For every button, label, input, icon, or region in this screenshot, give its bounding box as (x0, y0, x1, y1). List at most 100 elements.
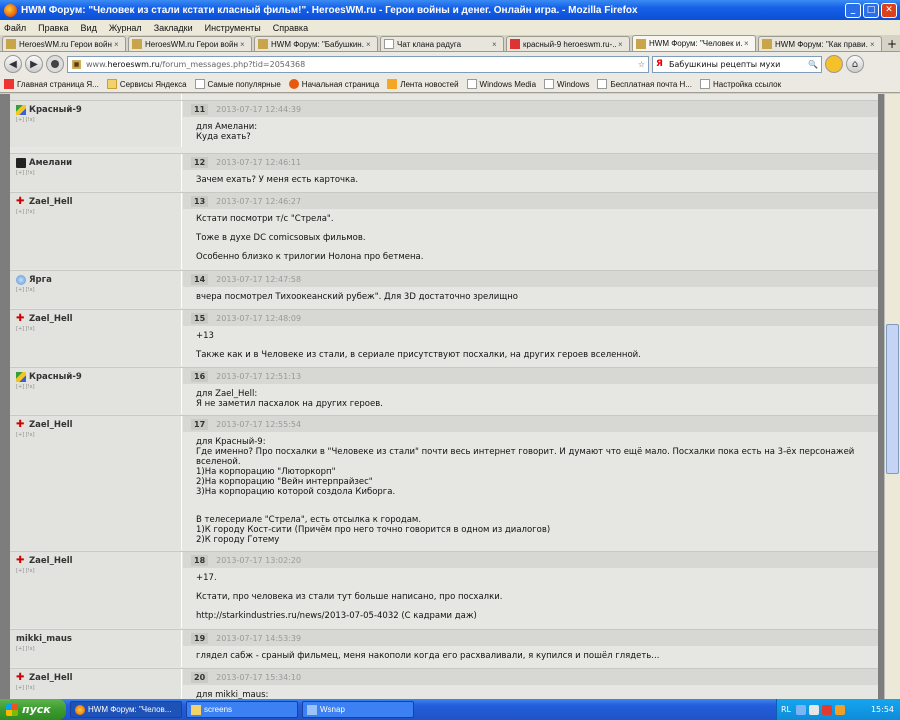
author-name[interactable]: Красный-9 (29, 372, 82, 382)
author-name[interactable]: Амелани (29, 158, 72, 168)
vertical-scrollbar[interactable] (884, 94, 900, 699)
author-name[interactable]: Zael_Hell (29, 314, 73, 324)
forward-button[interactable]: ▶ (25, 55, 43, 73)
tab-close-icon[interactable]: × (744, 39, 752, 48)
author-name[interactable]: Красный-9 (29, 105, 82, 115)
tab-close-icon[interactable]: × (366, 40, 374, 49)
tab-1[interactable]: HeroesWM.ru Герои войн... × (2, 36, 126, 51)
post-author[interactable]: ✚ Zael_Hell (16, 197, 73, 208)
tab-close-icon[interactable]: × (240, 40, 248, 49)
tab-2[interactable]: HeroesWM.ru Герои войн... × (128, 36, 252, 51)
post-author[interactable]: mikki_maus (16, 634, 72, 644)
post-number[interactable]: 20 (191, 671, 209, 683)
post-number[interactable]: 16 (191, 370, 209, 382)
post-number[interactable]: 12 (191, 156, 209, 168)
search-bar[interactable]: Я Бабушкины рецепты мухи 🔍 (652, 55, 822, 73)
home-button[interactable]: ⌂ (846, 55, 864, 73)
tab-6[interactable]: HWM Форум: "Человек и... × (632, 35, 756, 51)
author-actions[interactable]: [+] [!x] (16, 209, 35, 215)
post-number[interactable]: 13 (191, 195, 209, 207)
bookmark-item[interactable]: Самые популярные (194, 79, 281, 89)
window-titlebar[interactable]: HWM Форум: "Человек из стали кстати клас… (0, 0, 900, 20)
post-text-line: Куда ехать? (196, 132, 251, 142)
post-number[interactable]: 19 (191, 632, 209, 644)
menu-history[interactable]: Журнал (109, 23, 142, 33)
back-button[interactable]: ◀ (4, 55, 22, 73)
bookmark-item[interactable]: Начальная страница (288, 79, 379, 89)
author-actions[interactable]: [+] [!x] (16, 326, 35, 332)
addon-button[interactable] (825, 55, 843, 73)
new-tab-button[interactable]: + (884, 36, 900, 51)
post-author[interactable]: Амелани (16, 158, 72, 168)
author-name[interactable]: mikki_maus (16, 634, 72, 644)
post-author[interactable]: ✚ Zael_Hell (16, 556, 73, 567)
search-input[interactable]: Бабушкины рецепты мухи (669, 60, 808, 69)
author-actions[interactable]: [+] [!x] (16, 287, 35, 293)
post-number[interactable]: 18 (191, 554, 209, 566)
author-name[interactable]: Ярга (29, 275, 52, 285)
menu-help[interactable]: Справка (273, 23, 308, 33)
post-text-line[interactable]: http://starkindustries.ru/news/2013-07-0… (196, 611, 866, 621)
tab-close-icon[interactable]: × (114, 40, 122, 49)
volume-icon[interactable] (809, 704, 820, 715)
yandex-icon[interactable]: Я (656, 59, 666, 69)
menu-file[interactable]: Файл (4, 23, 26, 33)
menu-tools[interactable]: Инструменты (205, 23, 261, 33)
post-author[interactable]: ✚ Zael_Hell (16, 420, 73, 431)
post-number[interactable]: 15 (191, 312, 209, 324)
tab-close-icon[interactable]: × (492, 40, 500, 49)
bookmark-item[interactable]: Главная страница Я... (4, 79, 99, 89)
tab-close-icon[interactable]: × (618, 40, 626, 49)
identity-button[interactable] (46, 55, 64, 73)
author-actions[interactable]: [+] [!x] (16, 117, 35, 123)
post-author[interactable]: ✚ Zael_Hell (16, 673, 73, 684)
menu-view[interactable]: Вид (81, 23, 97, 33)
post-author[interactable]: Красный-9 (16, 105, 82, 115)
bookmark-item[interactable]: Лента новостей (387, 79, 459, 89)
bookmark-item[interactable]: Бесплатная почта H... (597, 79, 692, 89)
author-actions[interactable]: [+] [!x] (16, 170, 35, 176)
antivirus-icon[interactable] (822, 704, 833, 715)
tab-7[interactable]: HWM Форум: "Как прави... × (758, 36, 882, 51)
network-icon[interactable] (796, 704, 807, 715)
author-name[interactable]: Zael_Hell (29, 556, 73, 566)
taskbar-item-screens[interactable]: screens (186, 701, 298, 718)
post-number[interactable]: 14 (191, 273, 209, 285)
post-author[interactable]: Ярга (16, 275, 52, 285)
tab-5[interactable]: красный-9 heroeswm.ru-... × (506, 36, 630, 51)
mail-icon[interactable] (835, 704, 846, 715)
tab-3[interactable]: HWM Форум: "Бабушкин... × (254, 36, 378, 51)
author-actions[interactable]: [+] [!x] (16, 384, 35, 390)
taskbar-item-wsnap[interactable]: Wsnap (302, 701, 414, 718)
bookmark-item[interactable]: Настройка ссылок (700, 79, 781, 89)
author-actions[interactable]: [+] [!x] (16, 685, 35, 691)
language-indicator[interactable]: RL (781, 705, 791, 714)
post-number[interactable]: 11 (191, 103, 209, 115)
author-actions[interactable]: [+] [!x] (16, 568, 35, 574)
post-author[interactable]: Красный-9 (16, 372, 82, 382)
tab-4[interactable]: Чат клана радуга × (380, 36, 504, 51)
menu-bookmarks[interactable]: Закладки (154, 23, 193, 33)
maximize-button[interactable]: □ (863, 2, 879, 18)
author-name[interactable]: Zael_Hell (29, 420, 73, 430)
close-button[interactable]: ✕ (881, 2, 897, 18)
bookmark-item[interactable]: Сервисы Яндекса (106, 79, 187, 89)
tab-close-icon[interactable]: × (870, 40, 878, 49)
start-button[interactable]: пуск (0, 699, 66, 720)
minimize-button[interactable]: _ (845, 2, 861, 18)
author-name[interactable]: Zael_Hell (29, 197, 73, 207)
taskbar-item-firefox[interactable]: HWM Форум: "Челов... (70, 701, 182, 718)
post-number[interactable]: 17 (191, 418, 209, 430)
bookmark-item[interactable]: Windows Media (466, 79, 536, 89)
bookmark-star-icon[interactable]: ☆ (638, 60, 645, 69)
author-actions[interactable]: [+] [!x] (16, 646, 35, 652)
search-icon[interactable]: 🔍 (808, 60, 818, 69)
url-bar[interactable]: www.heroeswm.ru/forum_messages.php?tid=2… (67, 55, 649, 73)
scrollbar-thumb[interactable] (886, 324, 899, 474)
bookmark-item[interactable]: Windows (544, 79, 589, 89)
menu-edit[interactable]: Правка (38, 23, 68, 33)
post-body: Зачем ехать? У меня есть карточка. (196, 175, 866, 185)
post-author[interactable]: ✚ Zael_Hell (16, 314, 73, 325)
author-name[interactable]: Zael_Hell (29, 673, 73, 683)
author-actions[interactable]: [+] [!x] (16, 432, 35, 438)
